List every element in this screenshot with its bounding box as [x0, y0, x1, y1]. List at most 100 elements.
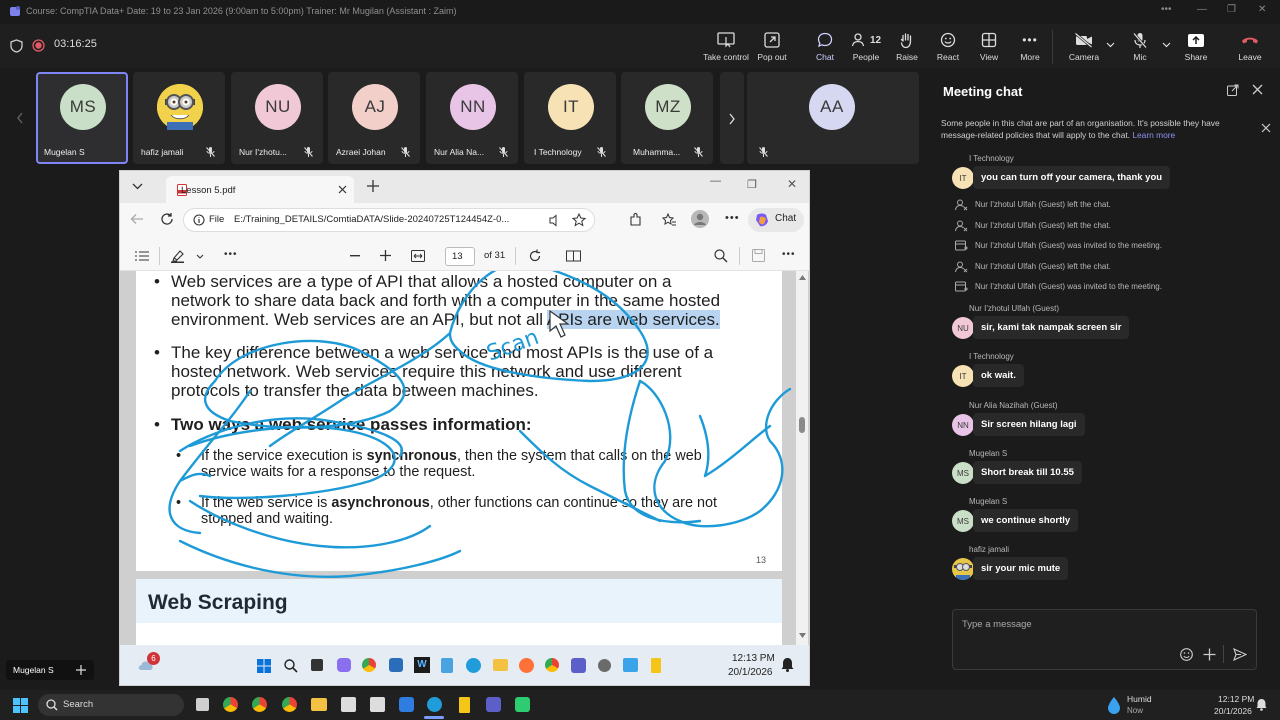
- app-icon[interactable]: [370, 697, 385, 712]
- copilot-app-icon[interactable]: [337, 658, 351, 672]
- chrome-app-icon[interactable]: [223, 697, 238, 712]
- dismiss-banner-icon[interactable]: [1261, 123, 1271, 133]
- close-icon[interactable]: ✕: [787, 177, 797, 191]
- task-view-icon[interactable]: [196, 698, 209, 711]
- send-icon[interactable]: [1233, 648, 1247, 661]
- composer-placeholder[interactable]: Type a message: [962, 619, 1032, 630]
- emoji-icon[interactable]: [1180, 648, 1193, 661]
- address-bar[interactable]: File E:/Training_DETAILS/ComtiaDATA/Slid…: [183, 208, 595, 232]
- chrome-app-icon[interactable]: [362, 658, 376, 672]
- rotate-icon[interactable]: [528, 249, 542, 263]
- participant-tile[interactable]: MS Mugelan S: [36, 72, 128, 164]
- camera-button[interactable]: Camera: [1060, 30, 1108, 66]
- highlight-marker-icon[interactable]: [171, 249, 185, 263]
- save-disk-icon[interactable]: [752, 249, 765, 262]
- profile-avatar-icon[interactable]: [691, 210, 709, 228]
- taskbar-search-box[interactable]: Search: [38, 694, 184, 716]
- word-app-icon[interactable]: W: [414, 657, 430, 673]
- extensions-icon[interactable]: [628, 212, 643, 227]
- add-icon[interactable]: [76, 665, 86, 675]
- more-button[interactable]: ••• More: [1006, 30, 1054, 66]
- pop-out-chat-icon[interactable]: [1227, 84, 1239, 96]
- more-options-icon[interactable]: •••: [1161, 4, 1172, 15]
- pdf-more-icon[interactable]: •••: [782, 249, 796, 260]
- camera-options-chevron-icon[interactable]: [1106, 42, 1115, 48]
- zoom-out-icon[interactable]: [350, 255, 360, 257]
- app-icon[interactable]: [459, 697, 470, 713]
- app-icon[interactable]: [515, 697, 530, 712]
- contents-list-icon[interactable]: [135, 251, 149, 261]
- maximize-icon[interactable]: ❐: [1227, 4, 1236, 15]
- notepad-app-icon[interactable]: [441, 658, 453, 673]
- favorite-star-icon[interactable]: [572, 213, 586, 227]
- edge-app-icon[interactable]: [427, 697, 442, 712]
- refresh-icon[interactable]: [160, 212, 174, 226]
- app-icon[interactable]: [651, 658, 661, 673]
- maximize-icon[interactable]: ❐: [747, 178, 757, 191]
- highlight-chevron-icon[interactable]: [196, 254, 204, 259]
- draw-more-icon[interactable]: •••: [224, 249, 238, 260]
- photos-app-icon[interactable]: [623, 658, 638, 672]
- leave-button[interactable]: Leave: [1232, 30, 1268, 66]
- participant-tile[interactable]: hafiz jamali: [133, 72, 225, 164]
- close-tab-icon[interactable]: [338, 185, 347, 194]
- notification-bell-icon[interactable]: [781, 657, 794, 672]
- participant-tile[interactable]: AJ Azraei Johan: [328, 72, 420, 164]
- browser-menu-icon[interactable]: •••: [725, 212, 740, 224]
- app-icon[interactable]: [389, 658, 403, 672]
- page-view-icon[interactable]: [566, 249, 581, 263]
- mic-options-chevron-icon[interactable]: [1162, 42, 1171, 48]
- edge-app-icon[interactable]: [466, 658, 481, 673]
- pop-out-button[interactable]: Pop out: [748, 30, 796, 66]
- sender-avatar: MS: [952, 510, 974, 532]
- toolbar-divider: [1052, 30, 1053, 64]
- firefox-app-icon[interactable]: [519, 658, 534, 673]
- strip-prev-chevron-icon[interactable]: [16, 112, 24, 124]
- message-composer[interactable]: Type a message: [952, 609, 1257, 670]
- settings-gear-icon[interactable]: [598, 659, 611, 672]
- tab-actions-chevron-icon[interactable]: [132, 183, 143, 190]
- start-windows-icon[interactable]: [13, 698, 28, 713]
- participant-tile[interactable]: NN Nur Alia Na...: [426, 72, 518, 164]
- url-text: E:/Training_DETAILS/ComtiaDATA/Slide-202…: [234, 214, 510, 225]
- share-button[interactable]: Share: [1172, 30, 1220, 66]
- close-chat-icon[interactable]: [1252, 84, 1263, 95]
- start-windows-icon[interactable]: [257, 659, 271, 673]
- weather-humid-icon[interactable]: [1106, 696, 1122, 714]
- search-icon[interactable]: [284, 659, 298, 673]
- strip-next-button[interactable]: [720, 72, 744, 164]
- chrome-app-icon[interactable]: [545, 658, 559, 672]
- page-number-input[interactable]: 13: [445, 247, 475, 266]
- file-explorer-icon[interactable]: [493, 659, 508, 671]
- teams-app-icon[interactable]: [571, 658, 586, 673]
- info-icon[interactable]: [193, 214, 205, 226]
- participant-tile[interactable]: NU Nur I'zhotu...: [231, 72, 323, 164]
- app-icon[interactable]: [341, 697, 356, 712]
- notification-bell-icon[interactable]: [1256, 698, 1267, 711]
- copilot-chat-button[interactable]: Chat: [748, 208, 804, 232]
- teams-app-icon[interactable]: [486, 697, 501, 712]
- chrome-app-icon[interactable]: [252, 697, 267, 712]
- browser-tab[interactable]: Lesson 5.pdf: [166, 176, 354, 203]
- fit-to-page-icon[interactable]: [411, 250, 425, 262]
- add-attachment-icon[interactable]: [1203, 648, 1216, 661]
- zoom-in-icon[interactable]: [380, 250, 391, 261]
- app-icon[interactable]: [399, 697, 414, 712]
- stage-participant-tile[interactable]: AA: [747, 72, 919, 164]
- chrome-app-icon[interactable]: [282, 697, 297, 712]
- read-aloud-icon[interactable]: [548, 214, 562, 227]
- file-explorer-icon[interactable]: [311, 698, 327, 711]
- favorites-icon[interactable]: [662, 213, 677, 227]
- take-control-button[interactable]: Take control: [702, 30, 750, 66]
- mic-button[interactable]: Mic: [1116, 30, 1164, 66]
- minimize-icon[interactable]: —: [710, 175, 721, 187]
- minimize-icon[interactable]: —: [1197, 4, 1207, 15]
- back-arrow-icon[interactable]: [130, 213, 144, 225]
- close-icon[interactable]: ✕: [1258, 4, 1266, 15]
- participant-tile[interactable]: MZ Muhamma...: [621, 72, 713, 164]
- task-view-icon[interactable]: [311, 659, 323, 671]
- find-search-icon[interactable]: [714, 249, 728, 263]
- learn-more-link[interactable]: Learn more: [1132, 130, 1175, 140]
- new-tab-icon[interactable]: [366, 179, 380, 193]
- participant-tile[interactable]: IT I Technology: [524, 72, 616, 164]
